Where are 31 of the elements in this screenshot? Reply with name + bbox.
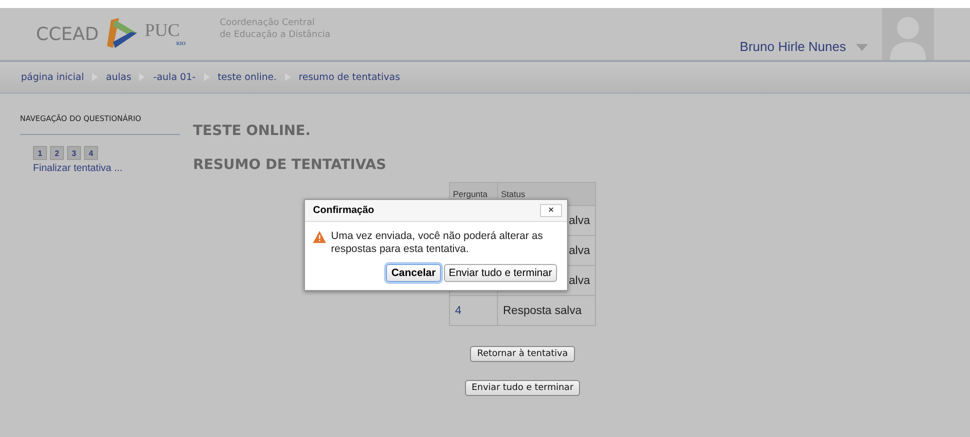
user-name[interactable]: Bruno Hirle Nunes bbox=[740, 38, 846, 54]
page-subtitle: RESUMO DE TENTATIVAS bbox=[193, 157, 388, 173]
breadcrumb-link[interactable]: aulas bbox=[106, 72, 132, 82]
table-cell: Resposta salva bbox=[498, 296, 596, 326]
separator-icon bbox=[92, 73, 98, 81]
breadcrumb-link[interactable]: resumo de tentativas bbox=[298, 72, 400, 82]
breadcrumb-link[interactable]: -aula 01- bbox=[153, 72, 196, 82]
warning-icon bbox=[313, 231, 326, 243]
play-logo-icon bbox=[104, 18, 139, 50]
organization-name: Coordenação Central bbox=[220, 17, 316, 29]
breadcrumb-link[interactable]: página inicial bbox=[21, 72, 84, 82]
separator-icon bbox=[284, 73, 291, 81]
confirm-button[interactable]: Enviar tudo e terminar bbox=[444, 264, 557, 282]
return-button[interactable]: Retornar à tentativa bbox=[470, 346, 575, 362]
separator-icon bbox=[139, 73, 146, 81]
caret-icon[interactable] bbox=[856, 44, 868, 50]
breadcrumb-link[interactable]: teste online. bbox=[218, 72, 277, 82]
separator-icon bbox=[204, 73, 210, 81]
finish-link[interactable]: Finalizar tentativa ... bbox=[33, 163, 180, 174]
dialog-title: Confirmação bbox=[313, 205, 374, 216]
question-button[interactable]: 2 bbox=[50, 146, 64, 160]
submit-button[interactable]: Enviar tudo e terminar bbox=[464, 380, 580, 396]
organization-name: de Educação a Distância bbox=[220, 29, 330, 41]
close-button[interactable]: × bbox=[540, 204, 562, 217]
logo-text: CCEAD bbox=[36, 24, 99, 44]
question-button[interactable]: 4 bbox=[84, 146, 98, 160]
question-link[interactable]: 4 bbox=[450, 296, 498, 326]
question-button[interactable]: 1 bbox=[33, 146, 47, 160]
cancel-button[interactable]: Cancelar bbox=[386, 264, 441, 282]
page-title: TESTE ONLINE. bbox=[193, 123, 312, 139]
question-button[interactable]: 3 bbox=[67, 146, 81, 160]
